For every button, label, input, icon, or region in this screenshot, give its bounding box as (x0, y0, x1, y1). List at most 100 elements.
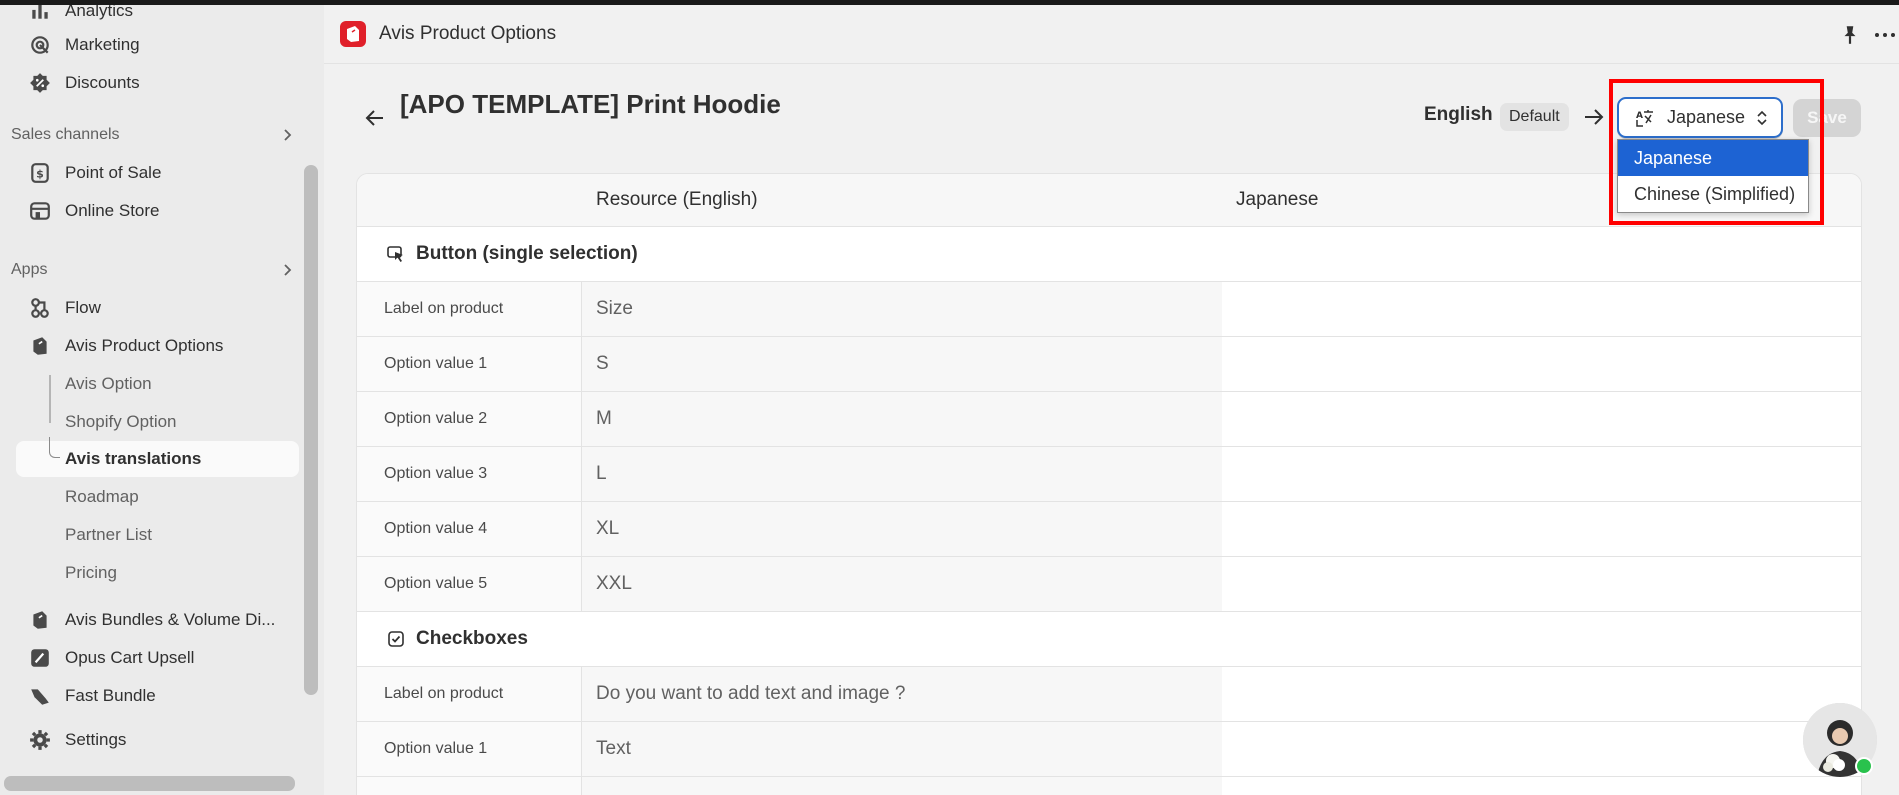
table-row: Label on product Size (357, 282, 1861, 337)
row-source-value: Size (582, 282, 1222, 336)
sidebar-vertical-scrollbar[interactable] (304, 165, 318, 695)
save-button[interactable]: Save (1793, 99, 1861, 137)
row-label: Option value 4 (357, 502, 582, 556)
sidebar-item-discounts[interactable]: Discounts (16, 65, 299, 101)
table-row: Option value 2M (357, 392, 1861, 447)
bar-chart-icon (29, 5, 51, 22)
row-source-value: L (582, 447, 1222, 501)
table-row: Label on product Do you want to add text … (357, 667, 1861, 722)
sales-channels-section[interactable]: Sales channels (11, 122, 301, 148)
sidebar-horizontal-scrollbar[interactable] (4, 776, 295, 791)
source-language: English (1424, 104, 1493, 125)
sidebar-item-label: Partner List (65, 525, 152, 544)
group-header-checkboxes: Checkboxes (357, 612, 1861, 667)
language-option-chinese-simplified[interactable]: Chinese (Simplified) (1618, 176, 1808, 212)
group-title: Button (single selection) (416, 243, 638, 264)
table-row: Option value 3L (357, 447, 1861, 502)
row-source-value: M (582, 392, 1222, 446)
pin-icon[interactable] (1839, 24, 1861, 46)
admin-sidebar: Analytics Marketing Discounts Sales chan… (0, 5, 324, 795)
sidebar-item-fast-bundle[interactable]: Fast Bundle (16, 678, 299, 714)
sidebar-item-label: Online Store (65, 201, 160, 220)
translation-input[interactable] (1222, 777, 1861, 795)
translation-input[interactable] (1222, 667, 1861, 721)
row-label: Label on product (357, 667, 582, 721)
row-source-value: S (582, 337, 1222, 391)
language-dropdown: Japanese Chinese (Simplified) (1617, 139, 1809, 213)
translate-icon: A (1636, 109, 1653, 127)
svg-text:$: $ (36, 167, 44, 180)
sidebar-item-settings[interactable]: Settings (16, 722, 299, 758)
discount-icon (29, 72, 51, 94)
sidebar-item-label: Avis Bundles & Volume Di... (65, 610, 276, 629)
row-source-value (582, 777, 1222, 795)
back-button[interactable] (360, 103, 390, 133)
selected-language: Japanese (1667, 107, 1746, 127)
sidebar-item-label: Roadmap (65, 487, 139, 506)
sidebar-subitem-shopify-option[interactable]: Shopify Option (16, 404, 299, 440)
store-icon (29, 200, 51, 222)
sidebar-subitem-avis-translations[interactable]: Avis translations (16, 437, 299, 477)
translation-input[interactable] (1222, 502, 1861, 556)
sidebar-item-avis-bundles[interactable]: Avis Bundles & Volume Di... (16, 602, 299, 638)
translation-input[interactable] (1222, 337, 1861, 391)
checkbox-icon (388, 631, 404, 647)
row-label: Label on product (357, 282, 582, 336)
sidebar-item-label: Opus Cart Upsell (65, 648, 195, 667)
row-label: Option value 1 (357, 722, 582, 776)
more-horizontal-icon[interactable] (1873, 24, 1897, 46)
arrow-left-icon (365, 110, 383, 126)
sidebar-item-marketing[interactable]: Marketing (16, 27, 299, 63)
table-row: Option value 5 XXL (357, 557, 1861, 612)
pos-icon: $ (29, 162, 51, 184)
opus-app-icon (29, 647, 51, 669)
section-label: Sales channels (11, 126, 120, 143)
translation-table: Resource (English) Japanese Button (sing… (356, 173, 1862, 795)
translation-input[interactable] (1222, 392, 1861, 446)
sidebar-item-label: Pricing (65, 563, 117, 582)
table-row: Option value 1 Text (357, 722, 1861, 777)
target-language-select[interactable]: A Japanese (1617, 97, 1783, 138)
row-label: Option value 5 (357, 557, 582, 611)
sidebar-item-label: Avis Option (65, 374, 152, 393)
table-row: Option value 1S (357, 337, 1861, 392)
app-logo-icon (340, 21, 366, 47)
sidebar-item-point-of-sale[interactable]: $ Point of Sale (16, 155, 299, 191)
sidebar-item-label: Fast Bundle (65, 686, 156, 705)
translation-input[interactable] (1222, 722, 1861, 776)
apps-section[interactable]: Apps (11, 257, 301, 283)
section-label: Apps (11, 261, 48, 278)
sidebar-subitem-pricing[interactable]: Pricing (16, 555, 299, 591)
sidebar-item-opus-cart-upsell[interactable]: Opus Cart Upsell (16, 640, 299, 676)
online-status-dot (1855, 757, 1873, 775)
translation-input[interactable] (1222, 447, 1861, 501)
language-option-japanese[interactable]: Japanese (1618, 140, 1808, 176)
sidebar-item-analytics[interactable]: Analytics (16, 5, 299, 29)
sidebar-item-avis-product-options[interactable]: Avis Product Options (16, 328, 299, 364)
group-title: Checkboxes (416, 628, 528, 649)
sidebar-item-label: Settings (65, 730, 127, 749)
group-header-button: Button (single selection) (357, 227, 1861, 282)
sidebar-item-label: Avis translations (65, 449, 202, 468)
sidebar-item-label: Avis Product Options (65, 336, 224, 355)
row-label: Option value 1 (357, 337, 582, 391)
translation-input[interactable] (1222, 557, 1861, 611)
row-source-value: Text (582, 722, 1222, 776)
row-label (357, 777, 582, 795)
translation-input[interactable] (1222, 282, 1861, 336)
sidebar-subitem-avis-option[interactable]: Avis Option (16, 366, 299, 402)
row-source-value: XL (582, 502, 1222, 556)
row-source-value: Do you want to add text and image ? (582, 667, 1222, 721)
sidebar-item-online-store[interactable]: Online Store (16, 193, 299, 229)
sidebar-item-label: Discounts (65, 73, 140, 92)
row-source-value: XXL (582, 557, 1222, 611)
sidebar-subitem-partner-list[interactable]: Partner List (16, 517, 299, 553)
sidebar-item-flow[interactable]: Flow (16, 290, 299, 326)
chevron-right-icon (284, 129, 292, 141)
page-title: [APO TEMPLATE] Print Hoodie (400, 89, 781, 119)
sidebar-item-label: Flow (65, 298, 101, 317)
sidebar-item-label: Point of Sale (65, 163, 162, 182)
app-header: Avis Product Options (324, 5, 1899, 64)
flow-icon (29, 297, 51, 319)
sidebar-subitem-roadmap[interactable]: Roadmap (16, 479, 299, 515)
